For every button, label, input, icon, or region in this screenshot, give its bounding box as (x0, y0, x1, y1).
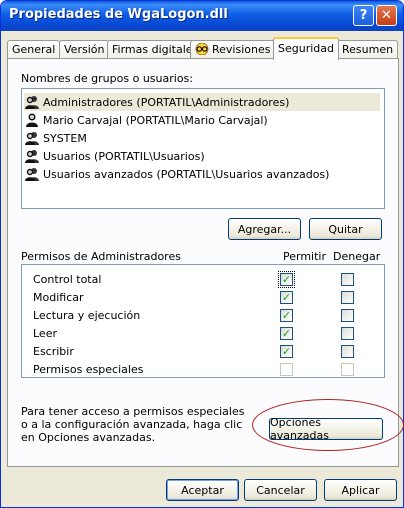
list-item-label: Usuarios avanzados (PORTATIL\Usuarios av… (43, 167, 330, 181)
deny-checkbox-modificar[interactable] (341, 291, 354, 304)
deny-checkbox-leer[interactable] (341, 327, 354, 340)
deny-checkbox-lectura[interactable] (341, 309, 354, 322)
tab-version[interactable]: Versión (59, 40, 110, 59)
allow-checkbox-modificar[interactable]: ✓ (280, 291, 293, 304)
list-item-usuarios-avanzados[interactable]: Usuarios avanzados (PORTATIL\Usuarios av… (24, 165, 333, 183)
list-item-label: Administradores (PORTATIL\Administradore… (43, 95, 290, 109)
permission-name: Escribir (33, 345, 74, 358)
permissions-header: Permisos de Administradores (21, 250, 181, 263)
tab-revisions[interactable]: Revisiones (190, 40, 276, 59)
allow-checkbox-especiales (280, 363, 293, 376)
properties-dialog: Propiedades de WgaLogon.dll ? ✕ General … (0, 0, 404, 508)
deny-checkbox-escribir[interactable] (341, 345, 354, 358)
tab-summary[interactable]: Resumen (337, 40, 399, 59)
deny-checkbox-control-total[interactable] (341, 273, 354, 286)
list-item-usuarios[interactable]: Usuarios (PORTATIL\Usuarios) (24, 147, 209, 165)
revisions-glasses-icon (195, 42, 209, 56)
cancel-button[interactable]: Cancelar (244, 479, 317, 501)
list-item-label: Mario Carvajal (PORTATIL\Mario Carvajal) (43, 113, 268, 127)
close-button[interactable]: ✕ (376, 5, 397, 26)
user-group-icon (25, 96, 39, 109)
list-item-mario-carvajal[interactable]: Mario Carvajal (PORTATIL\Mario Carvajal) (24, 111, 272, 129)
list-item-administradores[interactable]: Administradores (PORTATIL\Administradore… (24, 93, 380, 111)
permission-name: Modificar (33, 291, 84, 304)
permission-row-especiales: Permisos especiales (22, 361, 384, 379)
user-icon (26, 113, 38, 127)
permission-name: Lectura y ejecución (33, 309, 141, 322)
deny-column-header: Denegar (333, 250, 381, 263)
advanced-info-text: Para tener acceso a permisos especiales … (21, 405, 246, 444)
groups-label: Nombres de grupos o usuarios: (21, 72, 193, 85)
permission-row-control-total: Control total ✓ (22, 271, 384, 289)
allow-checkbox-leer[interactable]: ✓ (280, 327, 293, 340)
permission-row-modificar: Modificar ✓ (22, 289, 384, 307)
advanced-info-line: o a la configuración avanzada, haga clic (21, 418, 243, 431)
permission-name: Permisos especiales (33, 363, 144, 376)
ok-button[interactable]: Aceptar (166, 479, 239, 501)
permission-name: Control total (33, 273, 102, 286)
tab-digital-signatures[interactable]: Firmas digitales (107, 40, 204, 59)
list-item-label: Usuarios (PORTATIL\Usuarios) (43, 149, 205, 163)
tab-strip: General Versión Firmas digitales Revisio… (7, 37, 399, 60)
apply-button[interactable]: Aplicar (324, 479, 397, 501)
remove-button[interactable]: Quitar (309, 218, 382, 240)
tab-general[interactable]: General (7, 40, 61, 59)
advanced-info-line: Para tener acceso a permisos especiales (21, 405, 245, 418)
allow-column-header: Permitir (283, 250, 327, 263)
title-bar[interactable]: Propiedades de WgaLogon.dll ? ✕ (1, 1, 403, 31)
allow-checkbox-control-total[interactable]: ✓ (278, 271, 295, 288)
advanced-options-button[interactable]: Opciones avanzadas (269, 416, 383, 442)
add-button[interactable]: Agregar... (228, 218, 301, 240)
permission-row-leer: Leer ✓ (22, 325, 384, 343)
allow-checkbox-escribir[interactable]: ✓ (280, 345, 293, 358)
user-group-icon (25, 132, 39, 145)
permission-row-lectura: Lectura y ejecución ✓ (22, 307, 384, 325)
permissions-list: Control total ✓ Modificar ✓ Lectura y ej… (21, 264, 385, 378)
help-button[interactable]: ? (353, 5, 374, 26)
window-title: Propiedades de WgaLogon.dll (9, 7, 228, 22)
permission-name: Leer (33, 327, 57, 340)
tab-revisions-label: Revisiones (212, 43, 271, 56)
security-tab-panel: Nombres de grupos o usuarios: Administra… (7, 58, 399, 467)
permission-row-escribir: Escribir ✓ (22, 343, 384, 361)
allow-checkbox-lectura[interactable]: ✓ (280, 309, 293, 322)
deny-checkbox-especiales (341, 363, 354, 376)
groups-listbox[interactable]: Administradores (PORTATIL\Administradore… (21, 88, 385, 209)
advanced-info-line: en Opciones avanzadas. (21, 431, 156, 444)
list-item-system[interactable]: SYSTEM (24, 129, 91, 147)
user-group-icon (25, 168, 39, 181)
list-item-label: SYSTEM (43, 131, 87, 145)
tab-security[interactable]: Seguridad (273, 37, 339, 60)
user-group-icon (25, 150, 39, 163)
